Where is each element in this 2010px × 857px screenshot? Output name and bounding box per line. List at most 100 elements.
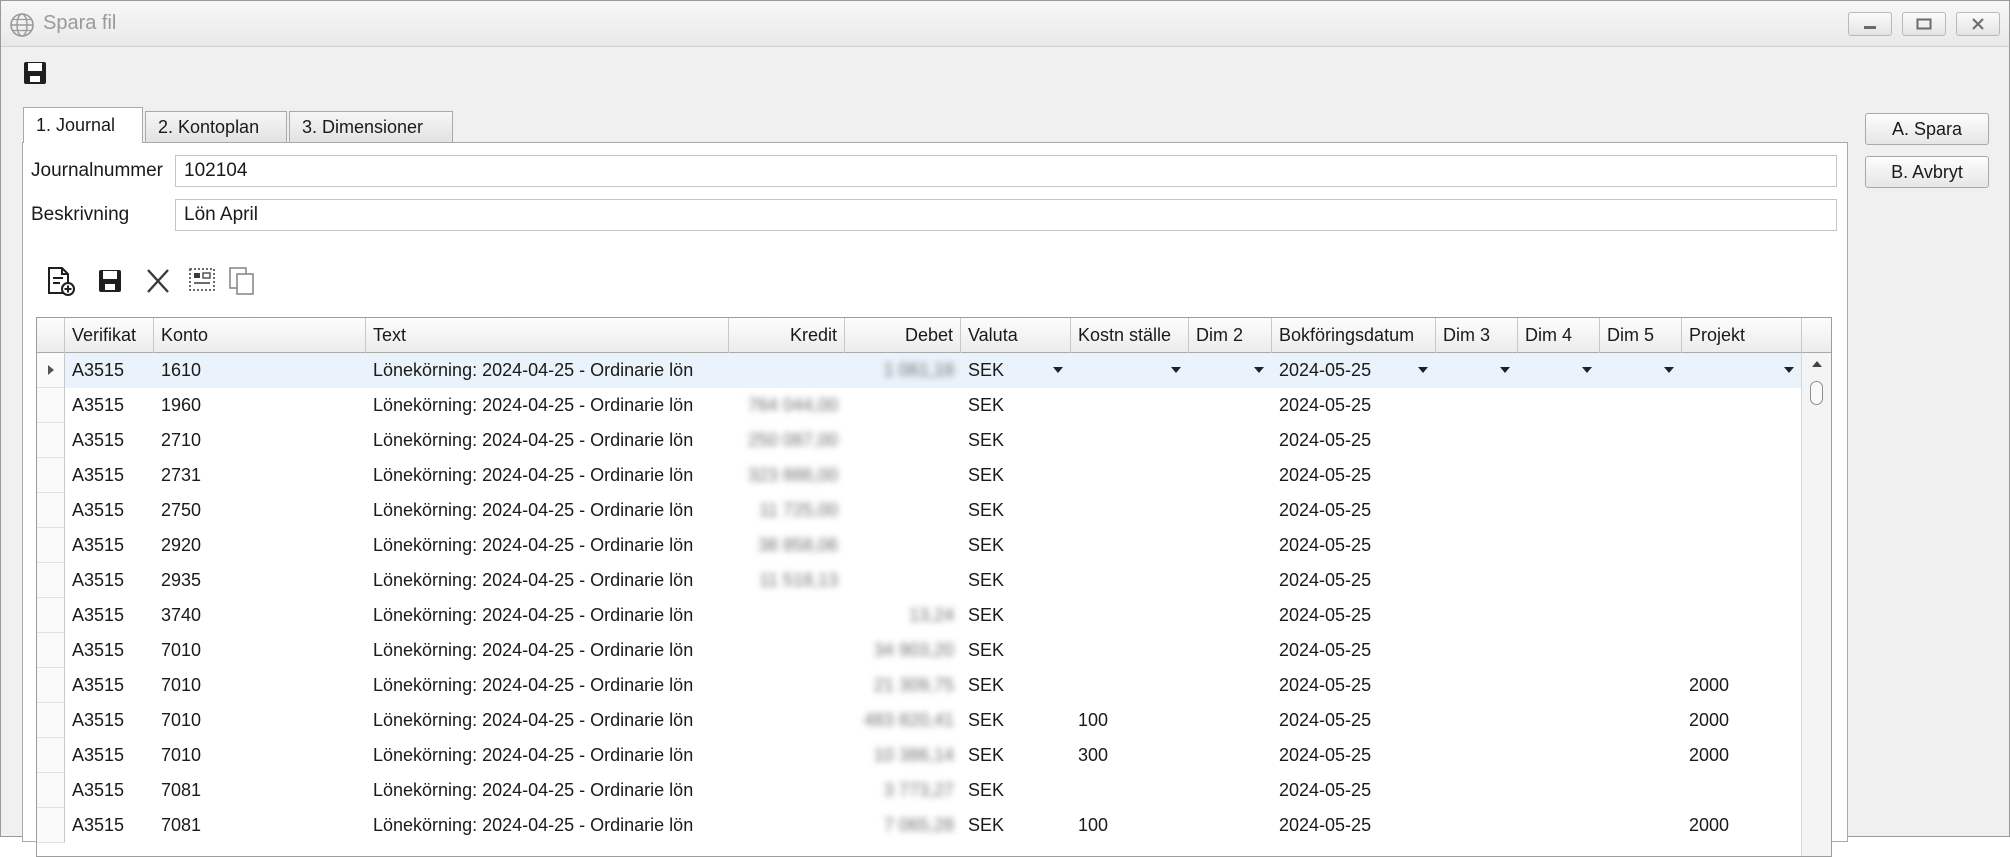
cell-datum[interactable]: 2024-05-25: [1272, 563, 1436, 598]
dropdown-arrow-icon[interactable]: [1053, 367, 1063, 373]
cell-datum[interactable]: 2024-05-25: [1272, 773, 1436, 808]
row-selector[interactable]: [37, 493, 65, 528]
cell-kredit[interactable]: 11 518,13: [729, 563, 845, 598]
table-row[interactable]: A3515 2731 Lönekörning: 2024-04-25 - Ordin…: [37, 458, 1801, 493]
cell-dim5[interactable]: [1600, 423, 1682, 458]
cell-text[interactable]: Lönekörning: 2024-04-25 - Ordinarie lön: [366, 738, 729, 773]
cell-konto[interactable]: 3740: [154, 598, 366, 633]
tab-dimensioner[interactable]: 3. Dimensioner: [289, 111, 453, 142]
cell-projekt[interactable]: 2000: [1682, 738, 1802, 773]
cell-dim4[interactable]: [1518, 703, 1600, 738]
cell-dim3[interactable]: [1436, 598, 1518, 633]
dropdown-arrow-icon[interactable]: [1418, 367, 1428, 373]
cell-debet[interactable]: 34 903,20: [845, 633, 961, 668]
beskrivning-input[interactable]: [175, 199, 1837, 231]
dropdown-arrow-icon[interactable]: [1254, 367, 1264, 373]
cell-debet[interactable]: [845, 423, 961, 458]
cell-projekt[interactable]: [1682, 563, 1802, 598]
table-row[interactable]: A3515 2710 Lönekörning: 2024-04-25 - Ordin…: [37, 423, 1801, 458]
cell-kostnstalle[interactable]: [1071, 563, 1189, 598]
cell-dim2[interactable]: [1189, 528, 1272, 563]
cell-datum[interactable]: 2024-05-25: [1272, 388, 1436, 423]
cell-verifikat[interactable]: A3515: [65, 703, 154, 738]
tab-journal[interactable]: 1. Journal: [23, 107, 143, 143]
cell-verifikat[interactable]: A3515: [65, 528, 154, 563]
cell-text[interactable]: Lönekörning: 2024-04-25 - Ordinarie lön: [366, 423, 729, 458]
table-row[interactable]: A3515 2935 Lönekörning: 2024-04-25 - Ordin…: [37, 563, 1801, 598]
cell-dim2[interactable]: [1189, 423, 1272, 458]
row-selector[interactable]: [37, 633, 65, 668]
table-row[interactable]: A3515 2920 Lönekörning: 2024-04-25 - Ordin…: [37, 528, 1801, 563]
cell-projekt[interactable]: [1682, 423, 1802, 458]
cell-dim3[interactable]: [1436, 458, 1518, 493]
cell-dim4[interactable]: [1518, 808, 1600, 843]
cell-dim5[interactable]: [1600, 493, 1682, 528]
tab-kontoplan[interactable]: 2. Kontoplan: [145, 111, 287, 142]
cell-dim2[interactable]: [1189, 808, 1272, 843]
table-row[interactable]: A3515 7081 Lönekörning: 2024-04-25 - Ordin…: [37, 773, 1801, 808]
cell-kredit[interactable]: 764 044,00: [729, 388, 845, 423]
cell-debet[interactable]: 483 820,41: [845, 703, 961, 738]
avbryt-button[interactable]: B. Avbryt: [1865, 156, 1989, 188]
cell-dim3[interactable]: [1436, 703, 1518, 738]
journalnummer-input[interactable]: [175, 155, 1837, 187]
row-selector[interactable]: [37, 738, 65, 773]
cell-kredit[interactable]: [729, 808, 845, 843]
cell-projekt[interactable]: [1682, 388, 1802, 423]
cell-verifikat[interactable]: A3515: [65, 423, 154, 458]
row-selector[interactable]: [37, 423, 65, 458]
cell-verifikat[interactable]: A3515: [65, 458, 154, 493]
table-row[interactable]: A3515 1960 Lönekörning: 2024-04-25 - Ordin…: [37, 388, 1801, 423]
cell-dim3[interactable]: [1436, 528, 1518, 563]
cell-projekt[interactable]: 2000: [1682, 668, 1802, 703]
cell-dim4[interactable]: [1518, 493, 1600, 528]
cell-konto[interactable]: 2935: [154, 563, 366, 598]
cell-projekt[interactable]: [1682, 773, 1802, 808]
cell-verifikat[interactable]: A3515: [65, 808, 154, 843]
cell-datum[interactable]: 2024-05-25: [1272, 738, 1436, 773]
cell-valuta[interactable]: SEK: [961, 808, 1071, 843]
cell-kostnstalle[interactable]: [1071, 773, 1189, 808]
cell-dim4[interactable]: [1518, 458, 1600, 493]
cell-valuta[interactable]: SEK: [961, 738, 1071, 773]
cell-dim3[interactable]: [1436, 423, 1518, 458]
header-col-valuta[interactable]: Valuta: [961, 318, 1071, 353]
cell-text[interactable]: Lönekörning: 2024-04-25 - Ordinarie lön: [366, 598, 729, 633]
cell-dim4[interactable]: [1518, 563, 1600, 598]
vertical-scrollbar[interactable]: [1801, 353, 1831, 856]
cell-dim3[interactable]: [1436, 563, 1518, 598]
header-col-bokforingsdatum[interactable]: Bokföringsdatum: [1272, 318, 1436, 353]
cell-verifikat[interactable]: A3515: [65, 633, 154, 668]
cell-dim5[interactable]: [1600, 598, 1682, 633]
cell-dim2[interactable]: [1189, 773, 1272, 808]
cell-datum[interactable]: 2024-05-25: [1272, 633, 1436, 668]
cell-dim5[interactable]: [1600, 738, 1682, 773]
row-selector[interactable]: [37, 668, 65, 703]
header-col-konto[interactable]: Konto: [154, 318, 366, 353]
cell-datum[interactable]: 2024-05-25: [1272, 528, 1436, 563]
cell-datum[interactable]: 2024-05-25: [1272, 703, 1436, 738]
cell-debet[interactable]: 21 309,75: [845, 668, 961, 703]
cell-verifikat[interactable]: A3515: [65, 388, 154, 423]
cell-datum[interactable]: 2024-05-25: [1272, 598, 1436, 633]
cell-dim2[interactable]: [1189, 668, 1272, 703]
cell-verifikat[interactable]: A3515: [65, 563, 154, 598]
cell-text[interactable]: Lönekörning: 2024-04-25 - Ordinarie lön: [366, 563, 729, 598]
cell-dim2[interactable]: [1189, 458, 1272, 493]
row-selector[interactable]: [37, 458, 65, 493]
row-selector[interactable]: [37, 703, 65, 738]
dropdown-arrow-icon[interactable]: [1500, 367, 1510, 373]
cell-valuta[interactable]: SEK: [961, 668, 1071, 703]
cell-dim2[interactable]: [1189, 738, 1272, 773]
header-col-projekt[interactable]: Projekt: [1682, 318, 1802, 353]
row-selector[interactable]: [37, 353, 65, 388]
cell-valuta[interactable]: SEK: [961, 703, 1071, 738]
cell-dim5[interactable]: [1600, 563, 1682, 598]
cell-datum[interactable]: 2024-05-25: [1272, 458, 1436, 493]
cell-valuta[interactable]: SEK: [961, 633, 1071, 668]
cell-debet[interactable]: 10 386,14: [845, 738, 961, 773]
header-col-text[interactable]: Text: [366, 318, 729, 353]
save-icon[interactable]: [94, 265, 126, 297]
dropdown-arrow-icon[interactable]: [1171, 367, 1181, 373]
cell-kredit[interactable]: [729, 598, 845, 633]
